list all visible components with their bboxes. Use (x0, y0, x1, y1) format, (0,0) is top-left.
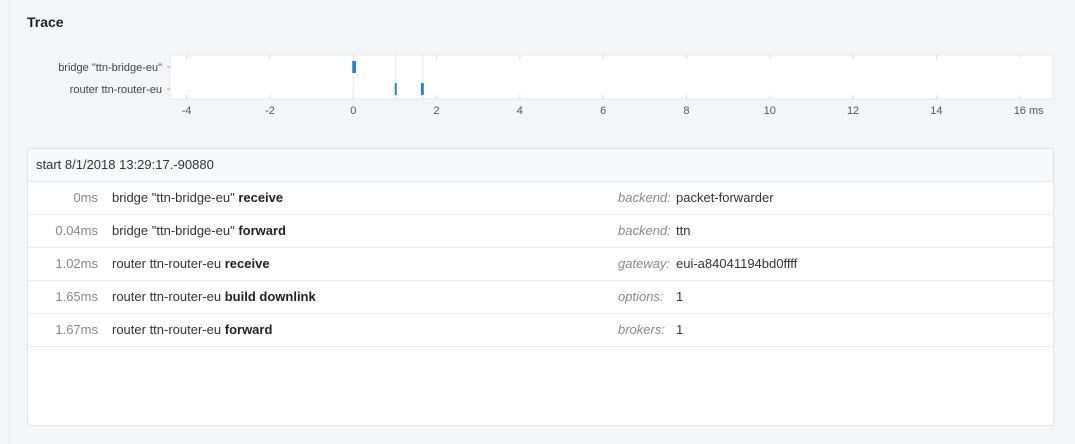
event-attr-key: brokers: (618, 322, 665, 337)
event-action: forward (238, 223, 286, 238)
x-tick-label: 6 (600, 105, 606, 117)
event-attr-key: backend: (618, 223, 671, 238)
event-action: receive (238, 190, 284, 205)
event-subject: bridge "ttn-bridge-eu" (112, 223, 235, 238)
event-time: 0.04ms (55, 223, 98, 238)
event-description: router ttn-router-eu forward (112, 314, 272, 346)
trace-event-row: 1.65ms router ttn-router-eu build downlin… (28, 281, 1053, 314)
x-tick-label: 0 (350, 105, 356, 117)
timeline-event-mark (394, 83, 397, 95)
event-attr-value: eui-a84041194bd0ffff (676, 256, 798, 271)
event-time: 1.65ms (55, 289, 98, 304)
event-attr-key: options: (618, 289, 664, 304)
trace-event-row: 1.67ms router ttn-router-eu forward broker… (28, 314, 1053, 347)
timeline-row-label: router ttn-router-eu (70, 84, 162, 96)
event-action: build downlink (224, 289, 316, 304)
timeline-row-label: bridge "ttn-bridge-eu" (58, 62, 162, 74)
x-tick-label: 14 (930, 105, 942, 117)
event-subject: router ttn-router-eu (112, 289, 222, 304)
event-time: 1.67ms (55, 322, 98, 337)
event-attr-key: backend: (618, 190, 671, 205)
trace-event-list: 0ms bridge "ttn-bridge-eu" receive backend… (28, 182, 1053, 347)
trace-event-row: 0.04ms bridge "ttn-bridge-eu" forward back… (28, 215, 1053, 248)
event-attr-value: 1 (676, 289, 684, 304)
event-subject: router ttn-router-eu (112, 322, 222, 337)
event-description: router ttn-router-eu build downlink (112, 281, 316, 313)
trace-events-panel: start 8/1/2018 13:29:17.-90880 0ms bridge… (27, 148, 1054, 426)
event-attr-key: gateway: (618, 256, 671, 271)
event-subject: bridge "ttn-bridge-eu" (112, 190, 235, 205)
event-time: 0ms (73, 190, 98, 205)
event-description: router ttn-router-eu receive (112, 248, 270, 280)
x-tick-label: 16 ms (1014, 105, 1044, 117)
event-action: forward (224, 322, 273, 337)
event-attr-value: packet-forwarder (676, 190, 774, 205)
trace-chart: -4 -2 0 2 4 6 8 10 12 14 16 ms bridge "ttn-bridge-e… (0, 0, 1075, 140)
plot-area (169, 54, 1054, 100)
event-time: 1.02ms (55, 256, 98, 271)
event-action: receive (224, 256, 270, 271)
x-tick-label: 4 (517, 105, 523, 117)
x-tick-label: -2 (265, 105, 275, 117)
x-tick-label: 2 (434, 105, 440, 117)
event-attr-value: 1 (676, 322, 684, 337)
x-tick-label: 8 (683, 105, 689, 117)
trace-event-row: 0ms bridge "ttn-bridge-eu" receive backend… (28, 182, 1053, 215)
event-description: bridge "ttn-bridge-eu" forward (112, 215, 286, 247)
event-subject: router ttn-router-eu (112, 256, 222, 271)
event-attr-value: ttn (676, 223, 691, 238)
x-tick-label: -4 (182, 105, 192, 117)
x-tick-label: 10 (764, 105, 776, 117)
trace-chart-svg: -4 -2 0 2 4 6 8 10 12 14 16 ms bridge "ttn-bridge-e… (58, 54, 1054, 117)
trace-event-row: 1.02ms router ttn-router-eu receive gatewa… (28, 248, 1053, 281)
timeline-event-mark (353, 61, 356, 73)
trace-start-header: start 8/1/2018 13:29:17.-90880 (28, 149, 1053, 182)
x-tick-label: 12 (847, 105, 859, 117)
event-description: bridge "ttn-bridge-eu" receive (112, 182, 283, 214)
timeline-event-mark (421, 83, 424, 95)
